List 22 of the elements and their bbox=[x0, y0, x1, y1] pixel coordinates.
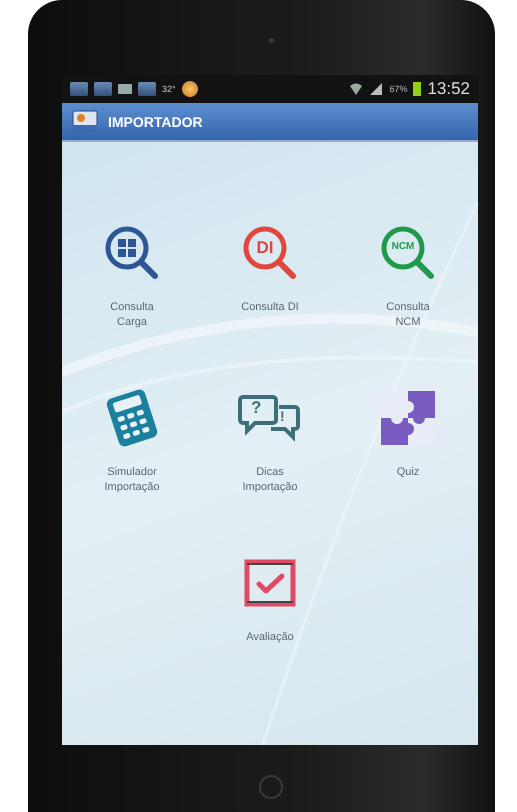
tile-label[interactable]: Consulta DI bbox=[237, 300, 303, 315]
temperature-text: 32° bbox=[162, 84, 176, 94]
weather-icon bbox=[182, 81, 198, 97]
app-title: IMPORTADOR bbox=[108, 114, 203, 130]
icon-text: DI bbox=[256, 239, 274, 256]
tile-label[interactable]: Consulta NCM bbox=[375, 300, 441, 330]
app-logo-icon bbox=[72, 110, 98, 134]
tile-label[interactable]: Dicas Importação bbox=[237, 465, 303, 495]
home-button[interactable] bbox=[259, 775, 283, 799]
camera-icon bbox=[269, 38, 274, 43]
tile-label[interactable]: Avaliação bbox=[237, 630, 303, 645]
icon-text: ! bbox=[280, 409, 285, 423]
icon-text: ? bbox=[251, 399, 262, 416]
clock: 13:52 bbox=[427, 79, 470, 99]
tile-label[interactable]: Quiz bbox=[375, 465, 441, 480]
icon-text: NCM bbox=[390, 242, 416, 252]
wifi-icon bbox=[349, 82, 364, 96]
battery-percent: 67% bbox=[389, 84, 408, 94]
tile-label[interactable]: Simulador Importação bbox=[99, 465, 165, 495]
signal-icon bbox=[369, 82, 384, 96]
tile-label[interactable]: Consulta Carga bbox=[99, 300, 165, 330]
battery-icon bbox=[413, 82, 422, 96]
